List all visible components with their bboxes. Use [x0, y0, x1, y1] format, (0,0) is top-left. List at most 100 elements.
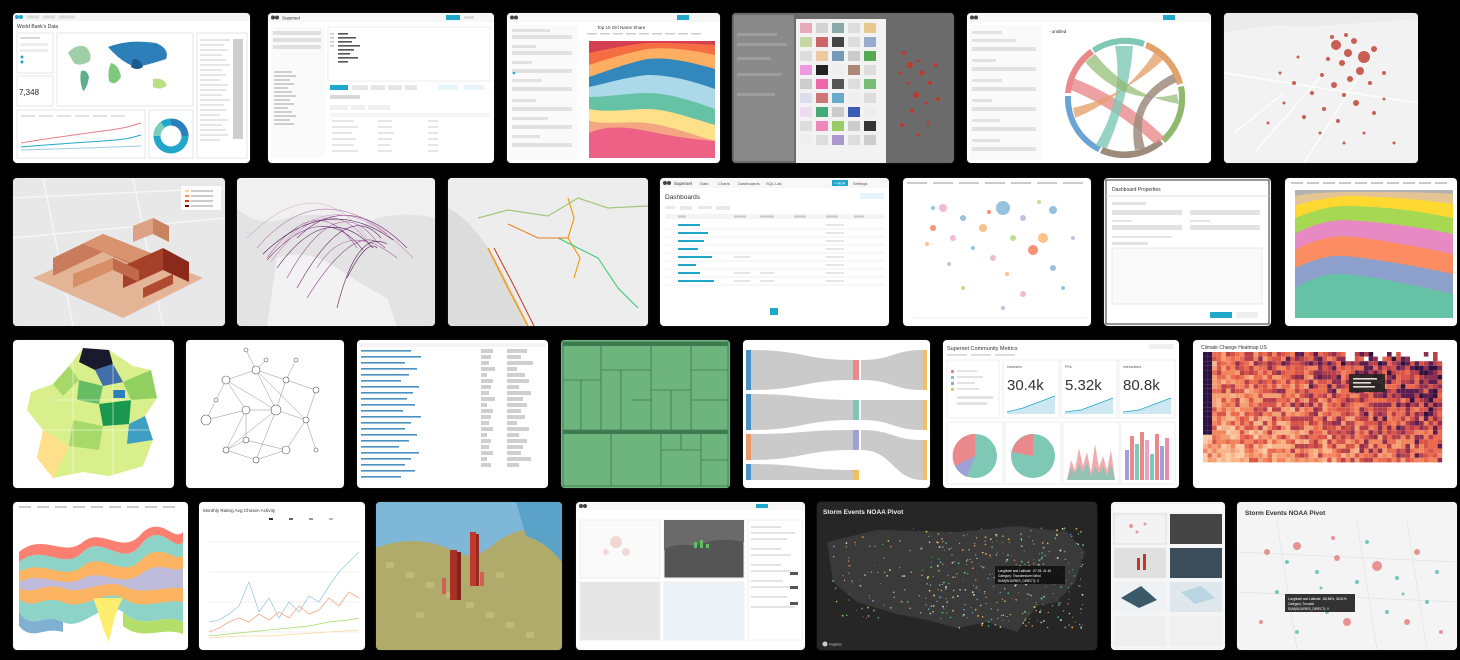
- heatmap-cell: [1203, 388, 1208, 394]
- heatmap-cell: [1405, 365, 1410, 371]
- dashboard-properties-modal-thumbnail[interactable]: Dashboard Properties: [1104, 178, 1271, 326]
- apply-button[interactable]: [1210, 312, 1232, 318]
- storm-event-dot: [950, 547, 952, 549]
- stream-chart-explore-thumbnail[interactable]: Top 10 Girl Name Share: [507, 13, 720, 163]
- heatmap-cell: [1364, 365, 1369, 371]
- heatmap-cell: [1290, 375, 1295, 380]
- heatmap-cell: [1419, 365, 1424, 371]
- heatmap-cell: [1410, 388, 1415, 394]
- heatmap-cell: [1239, 388, 1245, 394]
- heatmap-cell: [1400, 453, 1406, 458]
- storm-event-dot: [899, 567, 901, 569]
- cancel-button[interactable]: [1236, 312, 1258, 318]
- heatmap-cell: [1345, 434, 1351, 440]
- settings-menu[interactable]: Settings: [853, 181, 867, 186]
- heatmap-cell: [1437, 398, 1443, 403]
- heatmap-cell: [1414, 421, 1420, 426]
- heatmap-cell: [1313, 398, 1318, 403]
- heatmap-cell: [1405, 453, 1410, 458]
- heatmap-cell: [1414, 448, 1420, 454]
- heatmap-cell: [1327, 407, 1332, 412]
- storm-event-dot: [1079, 585, 1081, 587]
- heatmap-cell: [1304, 407, 1309, 412]
- line-chart-thumbnail[interactable]: Monthly Rating Avg Chosen Activity: [199, 502, 365, 650]
- storm-event-dot: [1011, 598, 1013, 600]
- heatmap-cell: [1207, 384, 1213, 389]
- heatmap-cell: [1239, 375, 1245, 380]
- heatmap-cell: [1226, 365, 1231, 371]
- heatmap-cell: [1212, 384, 1217, 389]
- heatmap-cell: [1423, 384, 1429, 389]
- force-directed-graph-thumbnail[interactable]: [186, 340, 344, 488]
- heatmap-cell: [1437, 421, 1443, 426]
- sql-lab-thumbnail[interactable]: Superset: [268, 13, 494, 163]
- sf-scatter-map-thumbnail[interactable]: [1224, 13, 1418, 163]
- heatmap-cell: [1423, 448, 1429, 454]
- heatmap-cell: [1387, 416, 1392, 421]
- heatmap-cell: [1276, 365, 1282, 371]
- treemap-thumbnail[interactable]: [561, 340, 730, 488]
- community-metrics-dashboard-thumbnail[interactable]: Superset Community Metrics Instances 30.…: [943, 340, 1179, 488]
- storm-event-dot: [939, 561, 942, 564]
- stream-graph-thumbnail[interactable]: [13, 502, 188, 650]
- heatmap-cell: [1368, 457, 1374, 463]
- country-map-france-thumbnail[interactable]: [13, 340, 174, 488]
- chord-diagram-thumbnail[interactable]: - untitled: [967, 13, 1211, 163]
- heatmap-cell: [1327, 379, 1332, 385]
- storm-event-dot: [984, 540, 986, 542]
- heatmap-cell: [1285, 457, 1291, 463]
- heatmap-cell: [1382, 402, 1387, 408]
- heatmap-cell: [1437, 393, 1443, 398]
- heatmap-cell: [1410, 384, 1415, 389]
- deckgl-mosaic-thumbnail[interactable]: [1111, 502, 1225, 650]
- heatmap-cell: [1331, 430, 1337, 435]
- heatmap-cell: [1262, 416, 1268, 421]
- heatmap-cell: [1341, 361, 1346, 366]
- heatmap-cell: [1318, 388, 1323, 394]
- heatmap-cell: [1212, 416, 1217, 421]
- heatmap-cell: [1221, 393, 1226, 398]
- storm-events-dark-map-thumbnail[interactable]: Storm Events NOAA Pivot Longitude and La…: [817, 502, 1097, 650]
- heatmap-cell: [1281, 434, 1286, 440]
- heatmap-cell: [1341, 416, 1346, 421]
- heatmap-cell: [1377, 439, 1383, 444]
- dashboards-list-thumbnail[interactable]: Superset Data Charts Dashboards SQL Lab …: [660, 178, 889, 326]
- heatmap-cell: [1212, 453, 1217, 458]
- heatmap-cell: [1336, 416, 1341, 421]
- heatmap-cell: [1267, 416, 1272, 421]
- bubble-chart-thumbnail[interactable]: [903, 178, 1091, 326]
- path-layer-map-thumbnail[interactable]: [448, 178, 648, 326]
- heatmap-cell: [1281, 439, 1286, 444]
- storm-event-dot: [995, 540, 997, 542]
- deckgl-hexagon-thumbnail[interactable]: [376, 502, 562, 650]
- heatmap-cell: [1230, 434, 1236, 440]
- menu-data[interactable]: Data: [700, 181, 709, 186]
- deckgl-dashboard-thumbnail[interactable]: [576, 502, 805, 650]
- table-chart-thumbnail[interactable]: [357, 340, 548, 488]
- menu-charts[interactable]: Charts: [718, 181, 730, 186]
- charts-gallery-thumbnail[interactable]: [732, 13, 954, 163]
- storm-event-dot: [835, 600, 838, 603]
- heatmap-cell: [1203, 384, 1208, 389]
- arc-layer-map-thumbnail[interactable]: [237, 178, 435, 326]
- menu-sql-lab[interactable]: SQL Lab: [766, 181, 782, 186]
- storm-event-dot: [973, 584, 975, 586]
- climate-heatmap-thumbnail[interactable]: Climate Change Heatmap US: [1193, 340, 1457, 488]
- heatmap-cell: [1433, 393, 1438, 398]
- sankey-diagram-thumbnail[interactable]: [743, 340, 930, 488]
- storm-event-dot: [996, 535, 998, 538]
- storm-event-dot: [882, 543, 884, 546]
- storm-event-dot: [943, 549, 946, 551]
- new-button[interactable]: [446, 15, 460, 20]
- stacked-area-thumbnail[interactable]: [1285, 178, 1457, 326]
- heatmap-cell: [1272, 439, 1277, 444]
- storm-events-light-map-thumbnail[interactable]: Storm Events NOAA Pivot Longitude and La…: [1237, 502, 1457, 650]
- storm-event-dot: [987, 620, 990, 623]
- storm-event-dot: [928, 541, 931, 543]
- deckgl-3d-grid-thumbnail[interactable]: [13, 178, 225, 326]
- menu-dashboards[interactable]: Dashboards: [738, 181, 760, 186]
- heatmap-cell: [1410, 444, 1415, 449]
- storm-event-dot: [979, 604, 982, 607]
- heatmap-cell: [1203, 379, 1208, 385]
- world-bank-dashboard-thumbnail[interactable]: World Bank's Data 7,348: [13, 13, 250, 163]
